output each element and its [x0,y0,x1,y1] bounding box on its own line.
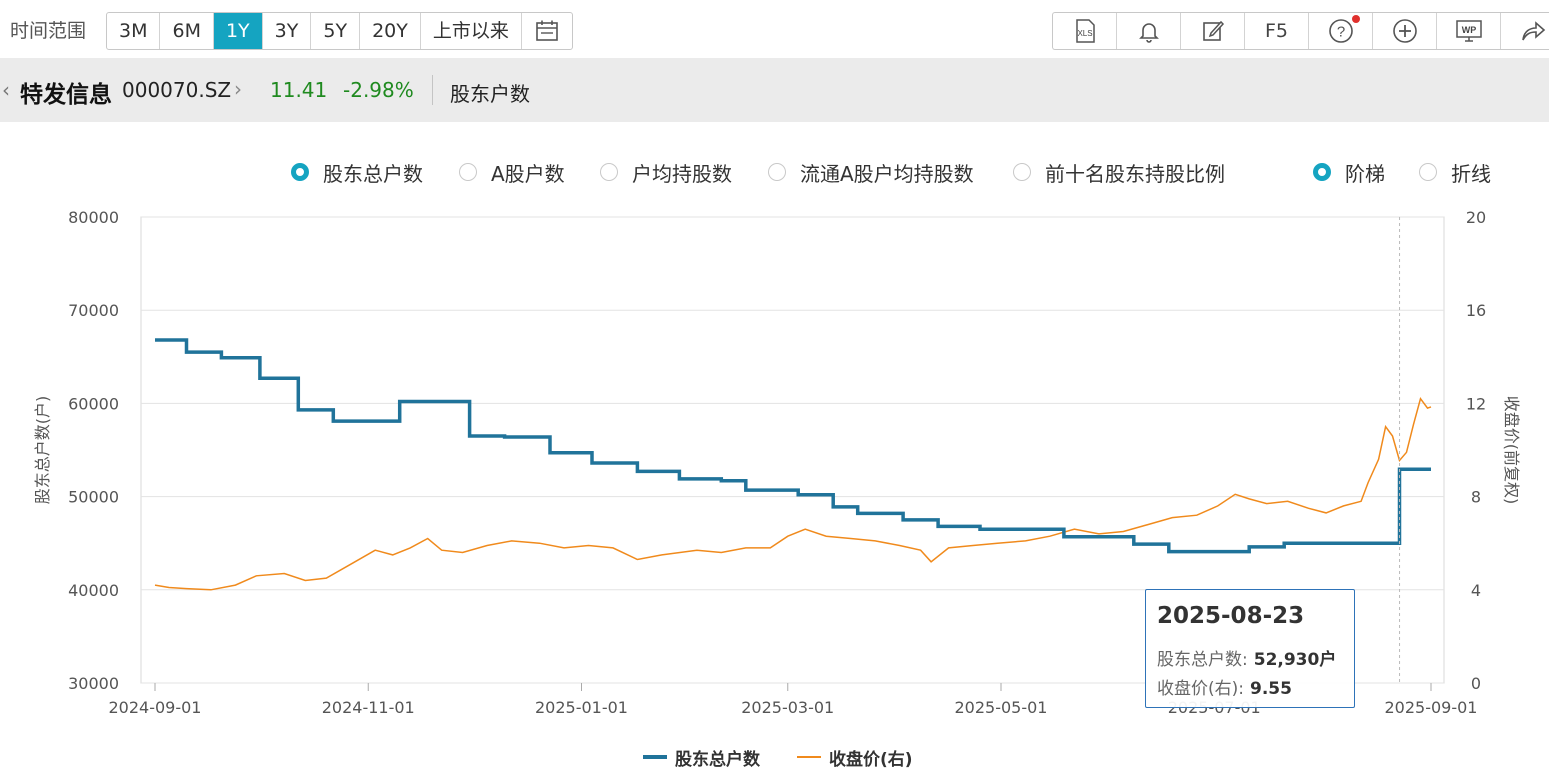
x-tick-label: 2024-09-01 [109,698,202,717]
tooltip-date: 2025-08-23 [1157,603,1305,629]
right-tick-label: 12 [1466,394,1486,413]
tooltip-value: 9.55 [1250,679,1292,699]
left-tick-label: 40000 [68,581,119,600]
right-tick-label: 8 [1471,488,1481,507]
right-tick-label: 0 [1471,674,1481,693]
tooltip-row-price: 收盘价(右): 9.55 [1157,674,1292,699]
series-line-close-price [154,397,1432,591]
right-axis-title: 收盘价(前复权) [1502,396,1521,505]
left-axis-title: 股东总户数(户) [33,396,52,505]
right-tick-label: 4 [1471,581,1481,600]
left-tick-label: 80000 [68,208,119,227]
left-tick-label: 30000 [68,674,119,693]
x-tick-label: 2025-05-01 [955,698,1048,717]
legend-item-price[interactable]: 收盘价(右) [797,745,913,770]
tooltip-value: 52,930户 [1253,650,1337,670]
series-step-total-holders [155,338,1431,554]
left-tick-label: 50000 [68,488,119,507]
tooltip-row-holders: 股东总户数: 52,930户 [1157,645,1336,670]
x-tick-label: 2025-09-01 [1385,698,1478,717]
tooltip-label: 收盘价(右): [1157,679,1244,699]
legend-item-holders[interactable]: 股东总户数 [643,745,760,770]
right-tick-label: 16 [1466,301,1486,320]
right-tick-label: 20 [1466,208,1486,227]
x-tick-label: 2025-01-01 [535,698,628,717]
tooltip-label: 股东总户数: [1157,650,1248,670]
legend-swatch-price [797,756,821,758]
x-tick-label: 2024-11-01 [322,698,415,717]
x-tick-label: 2025-03-01 [741,698,834,717]
chart-tooltip: 2025-08-23 股东总户数: 52,930户 收盘价(右): 9.55 [1145,589,1355,708]
legend-label: 股东总户数 [675,749,760,770]
legend-swatch-holders [643,755,667,759]
left-tick-label: 60000 [68,394,119,413]
legend-label: 收盘价(右) [829,749,913,770]
left-tick-label: 70000 [68,301,119,320]
